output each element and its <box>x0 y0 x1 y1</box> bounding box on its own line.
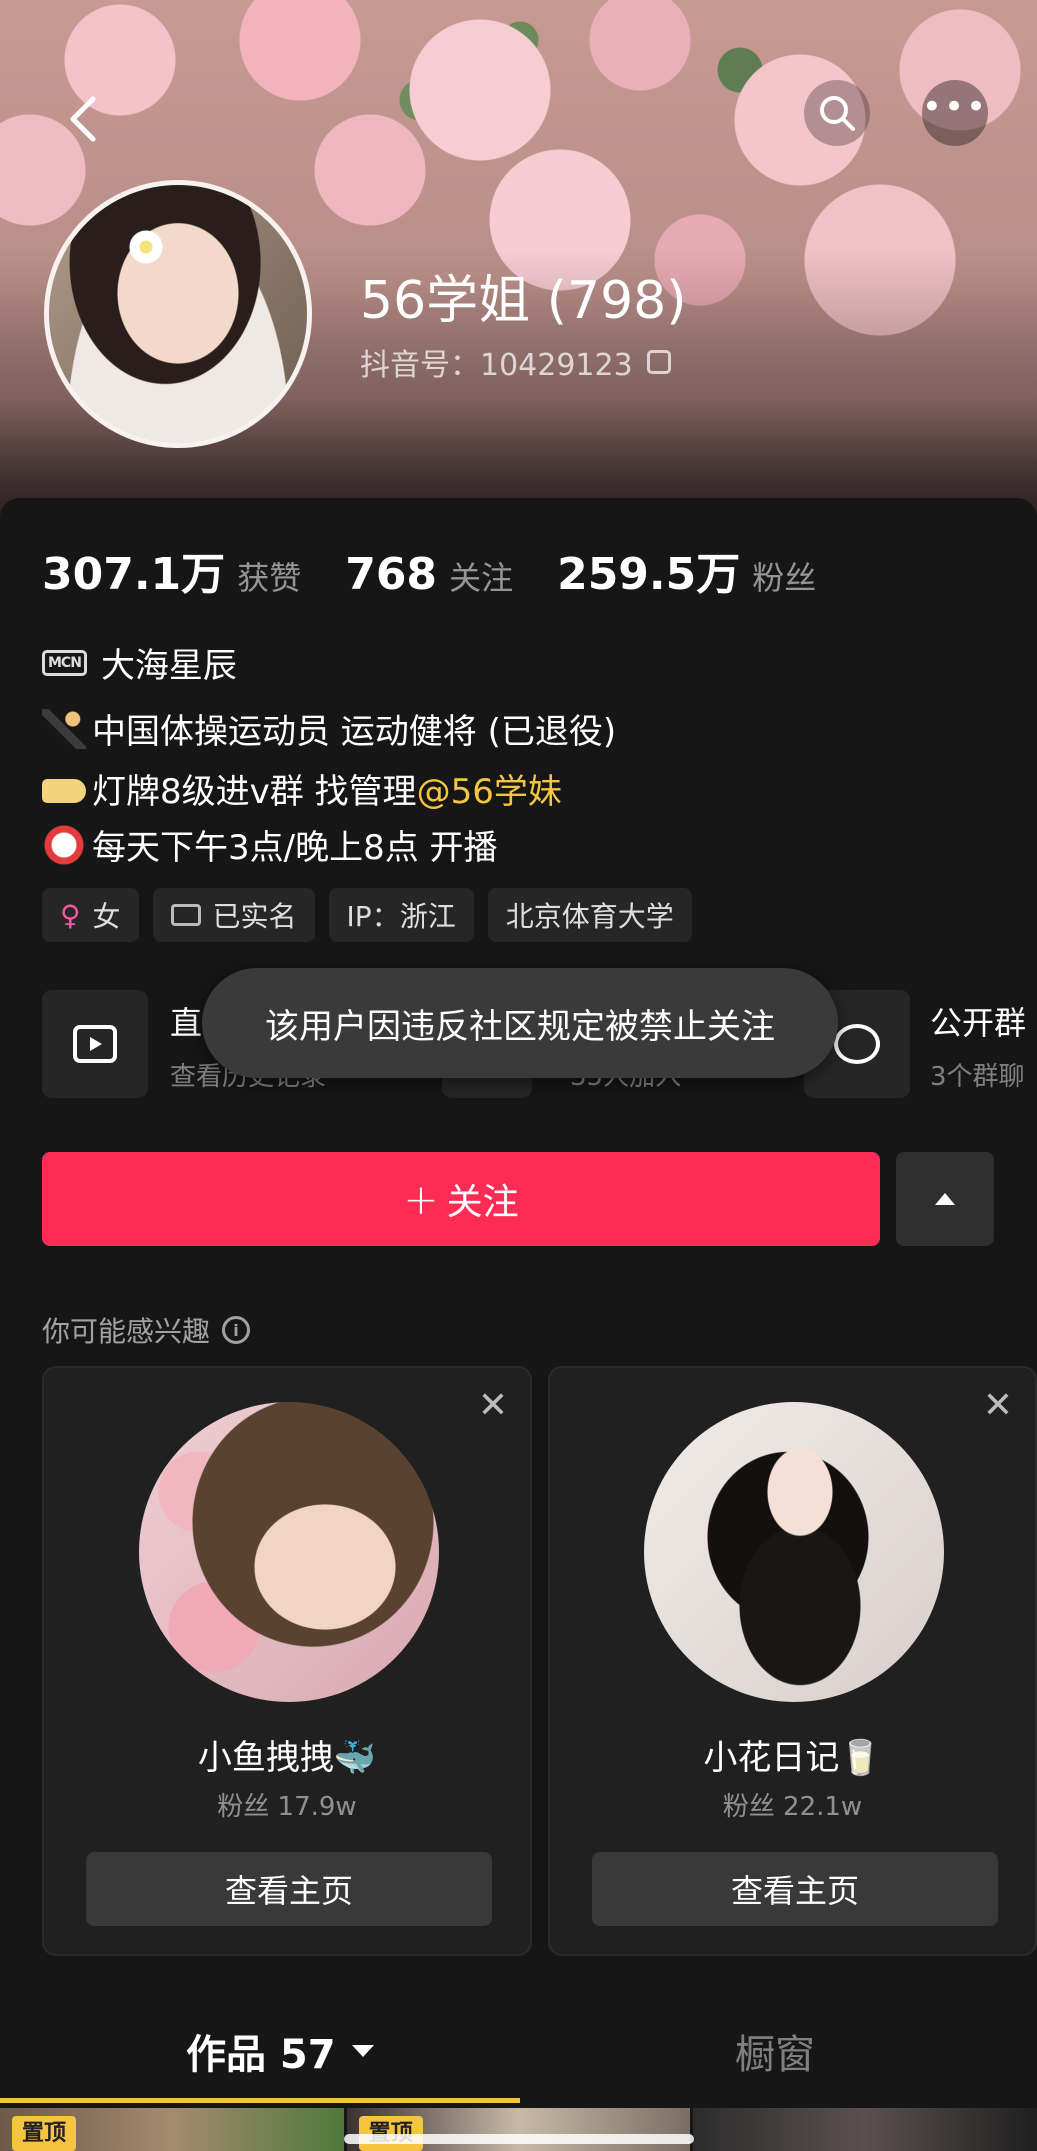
bio-text-3: 每天下午3点/晚上8点 开播 <box>92 828 498 868</box>
bio-mention-link[interactable]: @56学妹 <box>417 764 562 813</box>
gender-tag: ♀ 女 <box>42 888 139 942</box>
video-thumbnail[interactable]: 置顶 <box>0 2108 344 2151</box>
following-count[interactable]: 768 <box>345 549 437 600</box>
ip-text: IP：浙江 <box>346 900 456 933</box>
suggestion-avatar[interactable] <box>644 1402 944 1702</box>
followers-count[interactable]: 259.5万 <box>557 538 740 602</box>
plus-icon: + <box>403 1174 439 1224</box>
suggestion-avatar[interactable] <box>139 1402 439 1702</box>
tab-works[interactable]: 作品 57 <box>186 2022 374 2080</box>
video-thumbnail[interactable] <box>693 2108 1037 2151</box>
douyin-id-text: 抖音号：10429123 <box>360 348 633 383</box>
home-indicator[interactable] <box>344 2134 694 2144</box>
live-history-title[interactable]: 直 <box>170 998 202 1044</box>
profile-avatar[interactable] <box>44 180 312 448</box>
verified-tag: 已实名 <box>152 888 315 942</box>
alarm-clock-icon <box>42 824 86 865</box>
suggestion-name: 小鱼拽拽🐳 <box>197 1738 377 1778</box>
school-text: 北京体育大学 <box>505 900 674 933</box>
tab-shop-label: 橱窗 <box>735 2032 815 2078</box>
pinned-badge: 置顶 <box>12 2116 77 2151</box>
likes-label: 获赞 <box>237 559 302 597</box>
copy-icon[interactable] <box>646 350 671 374</box>
id-card-icon <box>170 904 201 926</box>
close-icon[interactable]: ✕ <box>478 1388 508 1424</box>
info-icon[interactable]: i <box>222 1316 251 1344</box>
search-button[interactable] <box>804 80 870 146</box>
view-profile-button[interactable]: 查看主页 <box>86 1852 492 1926</box>
back-icon <box>70 96 96 142</box>
bio-text-2: 灯牌8级进v群 找管理 <box>92 772 417 812</box>
view-profile-button[interactable]: 查看主页 <box>592 1852 998 1926</box>
more-button[interactable]: ••• <box>922 80 988 146</box>
bio-line-2: 灯牌8级进v群 找管理 @56学妹 <box>42 764 562 813</box>
video-grid: 置顶 置顶 <box>0 2108 1037 2151</box>
suggestion-card[interactable]: ✕ 小鱼拽拽🐳 粉丝 17.9w 查看主页 <box>42 1366 532 1956</box>
followers-label[interactable]: 粉丝 <box>752 553 816 599</box>
public-group-title[interactable]: 公开群 <box>930 998 1026 1044</box>
mcn-badge: MCN <box>42 649 87 676</box>
suggestion-card[interactable]: ✕ 小花日记🥛 粉丝 22.1w 查看主页 <box>548 1366 1037 1956</box>
chevron-up-icon <box>935 1193 955 1205</box>
active-tab-indicator <box>0 2098 520 2103</box>
mcn-name: 大海星辰 <box>100 646 237 686</box>
collapse-suggestions-button[interactable] <box>896 1152 994 1246</box>
tv-icon <box>73 1025 117 1063</box>
chevron-down-icon <box>351 2045 374 2057</box>
verified-text: 已实名 <box>212 900 297 933</box>
tab-shop[interactable]: 橱窗 <box>735 2022 815 2080</box>
gender-text: 女 <box>92 900 121 933</box>
suggestions-title: 你可能感兴趣 i <box>42 1310 251 1350</box>
live-history-tile[interactable] <box>42 990 148 1098</box>
tag-icon <box>42 778 86 803</box>
female-icon: ♀ <box>60 898 81 932</box>
bio-line-3: 每天下午3点/晚上8点 开播 <box>42 820 498 869</box>
back-button[interactable] <box>50 86 116 152</box>
suggestion-fans: 粉丝 22.1w <box>722 1792 863 1822</box>
bio-text-1: 中国体操运动员 运动健将 (已退役) <box>92 712 617 752</box>
toast-message: 该用户因违反社区规定被禁止关注 <box>202 968 838 1078</box>
avatar-flower <box>129 230 163 264</box>
tab-works-label: 作品 57 <box>186 2032 336 2078</box>
following-label[interactable]: 关注 <box>449 553 513 599</box>
bio-line-1: 中国体操运动员 运动健将 (已退役) <box>42 704 616 753</box>
profile-tags: ♀ 女 已实名 IP：浙江 北京体育大学 <box>42 888 692 942</box>
ip-tag: IP：浙江 <box>328 888 474 942</box>
video-thumbnail[interactable]: 置顶 <box>346 2108 691 2151</box>
likes-count: 307.1万 <box>42 549 226 600</box>
mcn-row[interactable]: MCN 大海星辰 <box>42 638 237 687</box>
chat-icon <box>834 1024 880 1064</box>
suggestion-name: 小花日记🥛 <box>703 1738 882 1778</box>
more-icon: ••• <box>921 87 989 127</box>
follow-button[interactable]: + 关注 <box>42 1152 880 1246</box>
douyin-id[interactable]: 抖音号：10429123 <box>360 340 671 384</box>
profile-name: 56学姐 (798) <box>360 271 687 331</box>
stats-row: 307.1万 获赞 768 关注 259.5万 粉丝 <box>42 538 860 602</box>
follow-label: 关注 <box>446 1182 519 1223</box>
school-tag[interactable]: 北京体育大学 <box>487 888 692 942</box>
search-icon <box>820 96 855 131</box>
close-icon[interactable]: ✕ <box>983 1388 1013 1424</box>
suggestions-title-text: 你可能感兴趣 <box>42 1315 211 1348</box>
public-group-sub: 3个群聊 <box>930 1062 1025 1092</box>
gymnast-icon <box>42 708 86 749</box>
suggestion-fans: 粉丝 17.9w <box>217 1792 357 1822</box>
